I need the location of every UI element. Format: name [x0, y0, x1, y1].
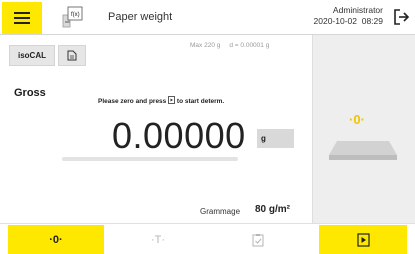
app-icon-text: f(x) [71, 12, 80, 18]
zero-button[interactable]: ·0· [8, 225, 104, 254]
zero-indicator: ·0· [349, 112, 365, 127]
hamburger-icon [14, 22, 30, 24]
user-name: Administrator [332, 5, 383, 15]
unit-selector[interactable]: g [257, 129, 294, 148]
balance-status-panel: ·0· [312, 35, 415, 223]
mode-label: Gross [14, 87, 46, 99]
weighing-range-bar [62, 157, 238, 161]
menu-button[interactable] [2, 2, 42, 34]
header-bar: f(x) Paper weight Administrator 2020-10-… [0, 0, 415, 35]
application-title: Paper weight [108, 11, 173, 23]
weight-value: 0.00000 [112, 115, 246, 156]
capacity-info: Max 220 g d = 0.00001 g [190, 42, 270, 49]
logout-button[interactable] [391, 6, 413, 28]
start-button[interactable] [319, 225, 407, 254]
bottom-toolbar: ·0· ·T· [0, 223, 415, 254]
protocol-button[interactable] [210, 225, 306, 254]
isocal-button[interactable]: isoCAL [9, 45, 55, 66]
weighing-pan-icon [329, 141, 397, 160]
application-icon: f(x) [62, 6, 84, 28]
instruction-post: to start determ. [176, 98, 225, 105]
date-time: 2020-10-02 08:29 [313, 16, 383, 26]
start-icon [356, 232, 370, 247]
weighing-panel: isoCAL Max 220 g d = 0.00001 g Gross Ple… [0, 35, 312, 223]
hamburger-icon [14, 12, 30, 14]
protocol-icon [252, 233, 264, 246]
tare-button[interactable]: ·T· [108, 225, 208, 254]
user-info: Administrator 2020-10-02 08:29 [314, 5, 383, 27]
start-icon [168, 96, 176, 104]
instruction-text: Please zero and press to start determ. [98, 96, 224, 105]
document-button[interactable] [58, 45, 86, 66]
logout-icon [394, 9, 410, 25]
grammage-label: Grammage [200, 207, 241, 216]
instruction-pre: Please zero and press [98, 98, 167, 105]
grammage-value: 80 g/m² [255, 204, 291, 215]
hamburger-icon [14, 17, 30, 19]
document-icon [67, 50, 77, 61]
